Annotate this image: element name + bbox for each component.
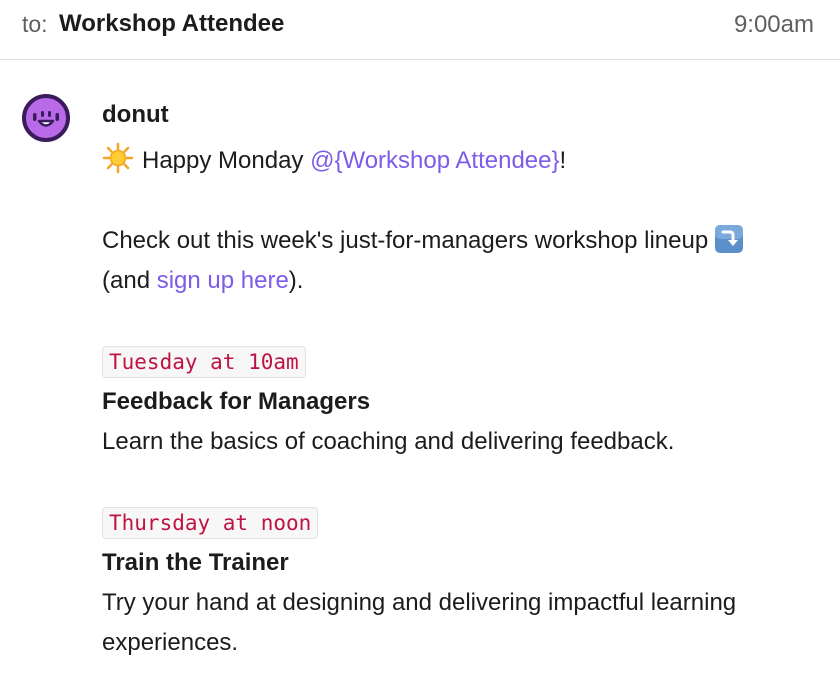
session-title: Feedback for Managers [102,388,371,415]
donut-avatar-icon[interactable] [22,94,70,142]
greeting-line: Happy Monday @{Workshop Attendee}! [102,141,812,181]
greeting-suffix: ! [559,147,567,174]
session-description: Try your hand at designing and deliverin… [102,589,737,616]
signup-line: (and sign up here). [102,261,812,301]
message-header: to: Workshop Attendee 9:00am [0,0,840,60]
session-block: Thursday at noon Train the Trainer Try y… [102,502,812,663]
signup-link[interactable]: sign up here [157,267,289,294]
session-title: Train the Trainer [102,549,289,576]
session-time-code: Thursday at noon [102,507,319,539]
intro-line: Check out this week's just-for-managers … [102,221,812,261]
session-time-code: Tuesday at 10am [102,346,306,378]
message-body: Happy Monday @{Workshop Attendee}! Check… [102,141,812,663]
session-description: experiences. [102,629,239,656]
session-description: Learn the basics of coaching and deliver… [102,428,675,455]
arrow-down-emoji-icon [714,224,744,254]
recipient-name[interactable]: Workshop Attendee [59,10,284,38]
intro-text: Check out this week's just-for-managers … [102,227,709,254]
signup-suffix: ). [288,267,304,294]
message-timestamp: 9:00am [733,11,814,38]
to-label: to: [22,11,48,37]
mention-workshop-attendee[interactable]: @{Workshop Attendee} [310,147,559,174]
session-block: Tuesday at 10am Feedback for Managers Le… [102,341,812,462]
sun-emoji-icon [102,142,134,174]
greeting-text: Happy Monday [142,147,311,174]
signup-prefix: (and [102,267,157,294]
sender-name[interactable]: donut [102,101,169,129]
